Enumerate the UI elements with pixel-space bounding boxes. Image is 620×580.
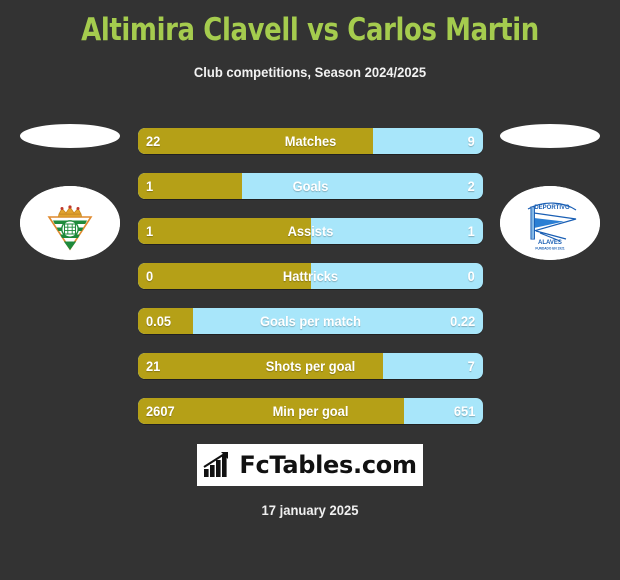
away-value: 9 — [467, 133, 475, 149]
stat-row-goals: 1 Goals 2 — [138, 173, 483, 199]
away-value: 651 — [453, 403, 475, 419]
home-team-badge — [20, 186, 120, 260]
stat-row-matches: 22 Matches 9 — [138, 128, 483, 154]
stat-label: Goals per match — [260, 313, 361, 329]
fctables-brand-text: FcTables.com — [239, 451, 417, 479]
away-value: 0.22 — [449, 313, 475, 329]
stat-label: Min per goal — [272, 403, 349, 419]
stat-label: Hattricks — [282, 268, 339, 284]
stat-label: Shots per goal — [265, 358, 356, 374]
page-title: Altimira Clavell vs Carlos Martin — [81, 12, 539, 48]
svg-text:DEPORTIVO: DEPORTIVO — [534, 205, 570, 211]
stats-comparison-card: Altimira Clavell vs Carlos Martin Club c… — [0, 0, 620, 580]
home-badge-highlight — [20, 124, 120, 148]
away-value: 7 — [467, 358, 475, 374]
bar-chart-growth-icon — [203, 452, 229, 477]
deportivo-alaves-crest-icon: DEPORTIVO ALAVES FUNDADO EN 1921 — [500, 186, 600, 260]
away-value: 2 — [467, 178, 475, 194]
stat-row-goals-per-match: 0.05 Goals per match 0.22 — [138, 308, 483, 334]
away-value: 0 — [467, 268, 475, 284]
away-value: 1 — [467, 223, 475, 239]
stat-row-min-per-goal: 2607 Min per goal 651 — [138, 398, 483, 424]
stat-label: Assists — [287, 223, 334, 239]
fctables-logo[interactable]: FcTables.com — [197, 444, 423, 486]
stat-row-hattricks: 0 Hattricks 0 — [138, 263, 483, 289]
svg-text:FUNDADO EN 1921: FUNDADO EN 1921 — [535, 247, 564, 251]
real-betis-crest-icon — [20, 186, 120, 260]
stat-label: Matches — [284, 133, 337, 149]
away-badge-highlight — [500, 124, 600, 148]
stats-bar-list: 22 Matches 9 1 Goals 2 1 Assists 1 0 Hat… — [138, 128, 483, 443]
footer-date: 17 january 2025 — [261, 502, 359, 518]
stat-label: Goals — [292, 178, 329, 194]
svg-text:ALAVES: ALAVES — [538, 240, 562, 246]
away-team-badge: DEPORTIVO ALAVES FUNDADO EN 1921 — [500, 186, 600, 260]
stat-row-assists: 1 Assists 1 — [138, 218, 483, 244]
stat-row-shots-per-goal: 21 Shots per goal 7 — [138, 353, 483, 379]
page-subtitle: Club competitions, Season 2024/2025 — [193, 64, 427, 80]
